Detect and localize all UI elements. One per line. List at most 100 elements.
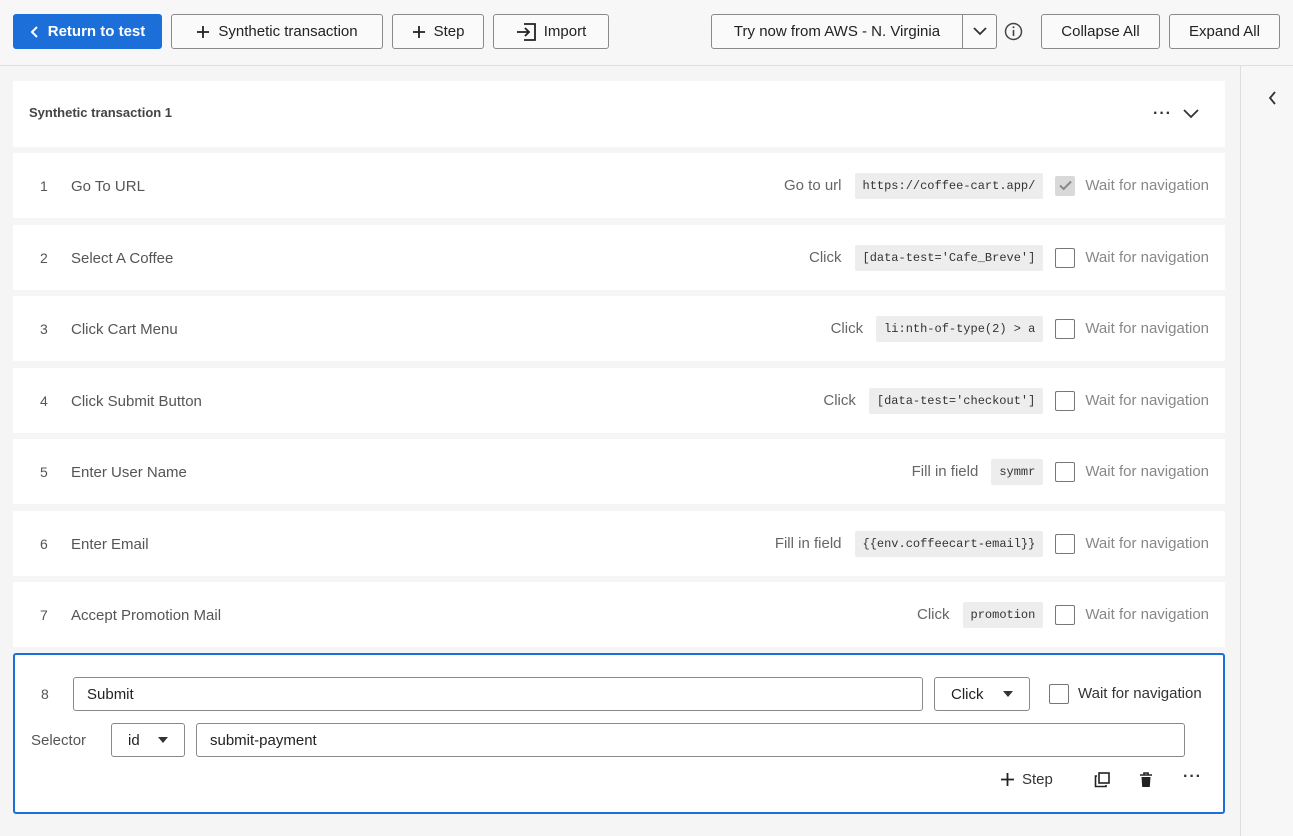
- wait-for-navigation-label: Wait for navigation: [1085, 463, 1209, 480]
- step-action: Click: [917, 606, 950, 623]
- step-number: 5: [40, 464, 48, 480]
- main-panel: Synthetic transaction 1 ··· 1 Go To URL Go…: [0, 66, 1240, 836]
- step-name: Accept Promotion Mail: [71, 607, 222, 624]
- wait-for-navigation-label: Wait for navigation: [1085, 320, 1209, 337]
- caret-down-icon: [1003, 691, 1013, 697]
- wait-for-navigation-checkbox[interactable]: [1049, 684, 1069, 704]
- selector-type-select[interactable]: id: [111, 723, 185, 757]
- step-row[interactable]: 7 Accept Promotion Mail Click promotion Wait…: [13, 582, 1225, 647]
- chevron-left-icon: [30, 25, 38, 38]
- return-to-test-button[interactable]: Return to test: [13, 14, 162, 49]
- wait-for-navigation-label: Wait for navigation: [1078, 685, 1202, 702]
- step-selector: [data-test='checkout']: [868, 387, 1044, 414]
- info-icon[interactable]: [1004, 22, 1023, 46]
- step-number: 4: [40, 393, 48, 409]
- chevron-down-icon[interactable]: [1183, 106, 1199, 124]
- step-row[interactable]: 3 Click Cart Menu Click li:nth-of-type(2) >…: [13, 296, 1225, 361]
- add-synthetic-transaction-button[interactable]: Synthetic transaction: [171, 14, 383, 49]
- add-step-button[interactable]: Step: [392, 14, 484, 49]
- step-action: Click: [823, 392, 856, 409]
- step-selector: promotion: [962, 601, 1044, 628]
- step-row[interactable]: 1 Go To URL Go to url https://coffee-cart.a…: [13, 153, 1225, 218]
- return-to-test-label: Return to test: [47, 23, 146, 40]
- step-row[interactable]: 6 Enter Email Fill in field {{env.coffeecar…: [13, 511, 1225, 576]
- step-name: Click Submit Button: [71, 393, 202, 410]
- step-name-input[interactable]: Submit: [73, 677, 923, 711]
- import-label: Import: [543, 23, 587, 40]
- action-select-value: Click: [951, 685, 984, 703]
- step-row[interactable]: 2 Select A Coffee Click [data-test='Cafe_Br…: [13, 225, 1225, 290]
- step-action: Fill in field: [911, 463, 979, 480]
- step-details: Click [data-test='checkout'] Wait for navi…: [823, 368, 1209, 433]
- plus-icon: [412, 25, 425, 38]
- chevron-down-icon: [972, 27, 987, 36]
- wait-for-navigation-label: Wait for navigation: [1085, 535, 1209, 552]
- step-selector: [data-test='Cafe_Breve']: [854, 244, 1044, 271]
- collapse-all-label: Collapse All: [1061, 23, 1140, 40]
- more-options-icon[interactable]: ···: [1153, 105, 1172, 123]
- step-number: 6: [40, 536, 48, 552]
- step-selector: https://coffee-cart.app/: [854, 172, 1044, 199]
- step-number: 1: [40, 178, 48, 194]
- wait-for-navigation-label: Wait for navigation: [1085, 392, 1209, 409]
- add-step-label: Step: [1022, 771, 1053, 788]
- step-name: Click Cart Menu: [71, 321, 178, 338]
- step-more-options-icon[interactable]: ···: [1183, 768, 1202, 786]
- step-number: 7: [40, 607, 48, 623]
- step-action: Click: [809, 249, 842, 266]
- plus-icon: [1001, 773, 1014, 786]
- step-number: 2: [40, 250, 48, 266]
- step-number: 3: [40, 321, 48, 337]
- transaction-header[interactable]: Synthetic transaction 1 ···: [13, 81, 1225, 147]
- expand-all-button[interactable]: Expand All: [1169, 14, 1280, 49]
- wait-for-navigation-checkbox[interactable]: [1055, 533, 1076, 554]
- wait-for-navigation-label: Wait for navigation: [1085, 249, 1209, 266]
- try-now-button[interactable]: Try now from AWS - N. Virginia: [711, 14, 963, 49]
- checkmark-icon: [1059, 180, 1072, 191]
- caret-down-icon: [158, 737, 168, 743]
- active-step: 8 Submit Click Wait for navigation Selec…: [13, 653, 1225, 814]
- step-details: Click promotion Wait for navigation: [917, 582, 1209, 647]
- step-row[interactable]: 4 Click Submit Button Click [data-test='che…: [13, 368, 1225, 433]
- trash-icon[interactable]: [1139, 772, 1153, 793]
- add-step-below-button[interactable]: Step: [1000, 771, 1053, 788]
- wait-for-navigation-checkbox[interactable]: [1055, 390, 1076, 411]
- duplicate-icon[interactable]: [1094, 772, 1110, 793]
- wait-for-navigation-checkbox[interactable]: [1055, 318, 1076, 339]
- wait-for-navigation-checkbox[interactable]: [1055, 461, 1076, 482]
- chevron-left-icon[interactable]: [1268, 91, 1277, 110]
- selector-label: Selector: [31, 732, 87, 749]
- selector-type-value: id: [128, 731, 140, 749]
- expand-all-label: Expand All: [1189, 23, 1260, 40]
- plus-icon: [197, 25, 210, 38]
- side-panel: [1240, 66, 1293, 836]
- import-button[interactable]: Import: [493, 14, 609, 49]
- selector-value-input[interactable]: submit-payment: [196, 723, 1185, 757]
- step-details: Click li:nth-of-type(2) > a Wait for navig…: [831, 296, 1209, 361]
- step-selector: li:nth-of-type(2) > a: [876, 315, 1044, 342]
- wait-for-navigation-checkbox[interactable]: [1055, 247, 1076, 268]
- import-icon: [516, 22, 536, 41]
- step-name: Enter Email: [71, 536, 149, 553]
- try-now-region-dropdown[interactable]: [962, 14, 997, 49]
- step-name: Enter User Name: [71, 464, 187, 481]
- step-action: Go to url: [783, 177, 842, 194]
- wait-for-navigation-checkbox[interactable]: [1055, 604, 1076, 625]
- transaction-title: Synthetic transaction 1: [29, 105, 173, 120]
- wait-for-navigation-checkbox[interactable]: [1055, 175, 1076, 196]
- wait-for-navigation-label: Wait for navigation: [1085, 177, 1209, 194]
- step-action: Fill in field: [774, 535, 842, 552]
- step-label: Step: [433, 23, 465, 40]
- step-details: Fill in field symmr Wait for navigation: [912, 439, 1209, 504]
- collapse-all-button[interactable]: Collapse All: [1041, 14, 1160, 49]
- step-details: Fill in field {{env.coffeecart-email}} Wai…: [775, 511, 1209, 576]
- toolbar: Return to test Synthetic transaction Ste…: [0, 0, 1293, 66]
- step-row[interactable]: 5 Enter User Name Fill in field symmr Wait f…: [13, 439, 1225, 504]
- step-name: Select A Coffee: [71, 250, 174, 267]
- try-now-label: Try now from AWS - N. Virginia: [733, 23, 941, 40]
- step-selector: {{env.coffeecart-email}}: [854, 530, 1044, 557]
- step-selector: symmr: [991, 458, 1044, 485]
- step-number: 8: [41, 686, 49, 702]
- synthetic-transaction-label: Synthetic transaction: [218, 23, 358, 40]
- action-select[interactable]: Click: [934, 677, 1030, 711]
